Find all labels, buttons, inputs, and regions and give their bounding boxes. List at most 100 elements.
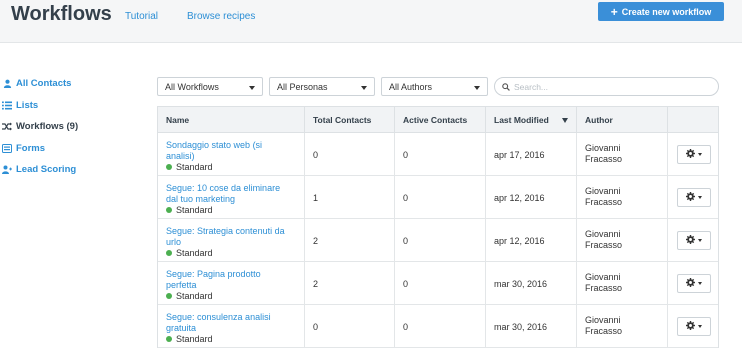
author-name: Giovanni Fracasso [585, 186, 623, 207]
last-modified-cell: apr 12, 2016 [486, 176, 577, 219]
shuffle-icon [2, 122, 12, 131]
workflow-name-link[interactable]: Sondaggio stato web (si analisi) [166, 140, 291, 161]
workflow-type-label: Standard [176, 291, 213, 301]
actions-cell [668, 262, 720, 305]
plus-icon: + [610, 4, 618, 19]
author-cell: Giovanni Fracasso [577, 219, 668, 262]
author-name: Giovanni Fracasso [585, 229, 623, 250]
create-workflow-button[interactable]: + Create new workflow [598, 2, 724, 21]
column-header-name[interactable]: Name [158, 107, 305, 133]
chevron-down-icon [698, 153, 702, 156]
page-header: Workflows Tutorial Browse recipes + Crea… [0, 0, 742, 43]
table-row: Segue: 10 cose da eliminare dal tuo mark… [158, 176, 718, 219]
workflow-name-link[interactable]: Segue: consulenza analisi gratuita [166, 312, 291, 333]
gear-icon [686, 235, 695, 246]
personas-filter-select[interactable]: All Personas [269, 77, 375, 96]
sidebar: All Contacts Lists Workflows (9) Forms L… [0, 73, 150, 181]
author-name: Giovanni Fracasso [585, 272, 623, 293]
author-cell: Giovanni Fracasso [577, 176, 668, 219]
status-dot-icon [166, 207, 172, 213]
status-dot-icon [166, 336, 172, 342]
name-cell: Segue: 10 cose da eliminare dal tuo mark… [158, 176, 305, 219]
form-icon [2, 143, 12, 153]
author-name: Giovanni Fracasso [585, 143, 623, 164]
personas-filter-value: All Personas [277, 81, 328, 92]
workflows-filter-select[interactable]: All Workflows [157, 77, 263, 96]
sidebar-item-label: Lists [16, 99, 39, 111]
row-actions-button[interactable] [677, 188, 711, 207]
row-actions-button[interactable] [677, 274, 711, 293]
row-actions-button[interactable] [677, 145, 711, 164]
total-contacts-cell: 2 [305, 219, 395, 262]
name-cell: Segue: Strategia contenuti da urlo Stand… [158, 219, 305, 262]
authors-filter-select[interactable]: All Authors [381, 77, 488, 96]
page-title: Workflows [11, 3, 112, 25]
table-row: Segue: Pagina prodotto perfetta Standard… [158, 262, 718, 305]
active-contacts-cell: 0 [395, 305, 486, 348]
workflow-type-label: Standard [176, 334, 213, 344]
workflow-name-link[interactable]: Segue: Pagina prodotto perfetta [166, 269, 291, 290]
total-contacts-cell: 2 [305, 262, 395, 305]
tutorial-link[interactable]: Tutorial [125, 11, 158, 22]
chevron-down-icon [474, 86, 480, 90]
author-cell: Giovanni Fracasso [577, 133, 668, 176]
sidebar-item-label: Lead Scoring [16, 164, 77, 176]
workflow-type-label: Standard [176, 248, 213, 258]
status-dot-icon [166, 164, 172, 170]
author-cell: Giovanni Fracasso [577, 262, 668, 305]
sidebar-item-forms[interactable]: Forms [0, 138, 150, 160]
status-dot-icon [166, 250, 172, 256]
workflow-type: Standard [166, 205, 304, 215]
gear-icon [686, 149, 695, 160]
workflow-name-link[interactable]: Segue: Strategia contenuti da urlo [166, 226, 291, 247]
chevron-down-icon [249, 86, 255, 90]
workflows-table: Name Total Contacts Active Contacts Last… [157, 106, 719, 348]
last-modified-cell: apr 17, 2016 [486, 133, 577, 176]
sidebar-item-lists[interactable]: Lists [0, 95, 150, 117]
chevron-down-icon [698, 196, 702, 199]
sidebar-item-all-contacts[interactable]: All Contacts [0, 73, 150, 95]
sidebar-item-workflows[interactable]: Workflows (9) [0, 116, 150, 138]
sidebar-item-label: Workflows (9) [16, 121, 79, 133]
actions-cell [668, 176, 720, 219]
gear-icon [686, 321, 695, 332]
active-contacts-cell: 0 [395, 176, 486, 219]
table-row: Sondaggio stato web (si analisi) Standar… [158, 133, 718, 176]
table-row: Segue: Strategia contenuti da urlo Stand… [158, 219, 718, 262]
search-input[interactable] [514, 81, 714, 92]
author-cell: Giovanni Fracasso [577, 305, 668, 348]
total-contacts-cell: 1 [305, 176, 395, 219]
column-header-total-contacts[interactable]: Total Contacts [305, 107, 395, 133]
browse-recipes-link[interactable]: Browse recipes [187, 11, 255, 22]
column-header-author[interactable]: Author [577, 107, 668, 133]
search-icon [502, 78, 510, 96]
sidebar-item-label: Forms [16, 142, 46, 154]
name-cell: Segue: consulenza analisi gratuita Stand… [158, 305, 305, 348]
workflow-type: Standard [166, 162, 304, 172]
column-header-last-modified[interactable]: Last Modified [486, 107, 577, 133]
column-header-active-contacts[interactable]: Active Contacts [395, 107, 486, 133]
chevron-down-icon [698, 282, 702, 285]
active-contacts-cell: 0 [395, 133, 486, 176]
workflows-filter-value: All Workflows [165, 81, 219, 92]
table-header: Name Total Contacts Active Contacts Last… [158, 107, 718, 133]
total-contacts-cell: 0 [305, 305, 395, 348]
name-cell: Segue: Pagina prodotto perfetta Standard [158, 262, 305, 305]
gear-icon [686, 278, 695, 289]
workflow-type-label: Standard [176, 162, 213, 172]
row-actions-button[interactable] [677, 317, 711, 336]
active-contacts-cell: 0 [395, 219, 486, 262]
table-body: Sondaggio stato web (si analisi) Standar… [158, 133, 718, 348]
workflow-type: Standard [166, 291, 304, 301]
workflow-name-link[interactable]: Segue: 10 cose da eliminare dal tuo mark… [166, 183, 291, 204]
last-modified-cell: mar 30, 2016 [486, 305, 577, 348]
chevron-down-icon [698, 325, 702, 328]
column-header-actions [668, 107, 720, 133]
active-contacts-cell: 0 [395, 262, 486, 305]
sidebar-item-lead-scoring[interactable]: Lead Scoring [0, 159, 150, 181]
actions-cell [668, 219, 720, 262]
row-actions-button[interactable] [677, 231, 711, 250]
workflow-type: Standard [166, 248, 304, 258]
create-workflow-label: Create new workflow [621, 6, 712, 17]
search-box[interactable] [494, 77, 719, 96]
